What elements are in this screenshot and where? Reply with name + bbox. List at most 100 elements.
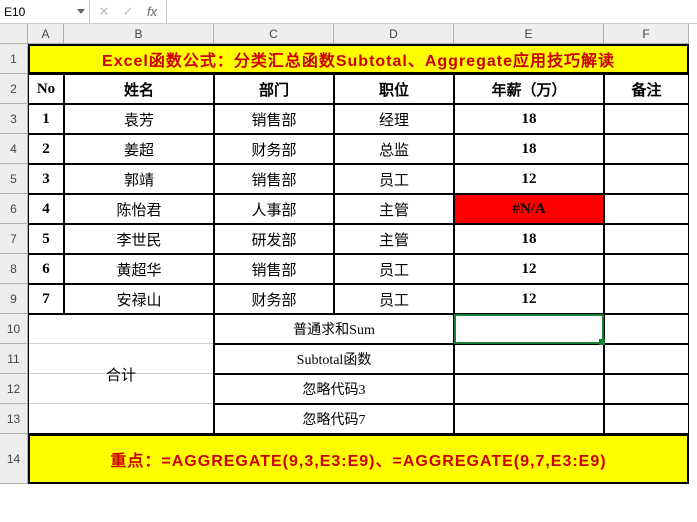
cell-name[interactable]: 郭靖	[64, 164, 214, 194]
row-header[interactable]: 5	[0, 164, 28, 194]
cell-name[interactable]: 安禄山	[64, 284, 214, 314]
cell-no[interactable]: 5	[28, 224, 64, 254]
cell-note[interactable]	[604, 104, 689, 134]
total-value[interactable]	[454, 374, 604, 404]
cell-note[interactable]	[604, 254, 689, 284]
cell-note[interactable]	[604, 224, 689, 254]
row-header[interactable]: 2	[0, 74, 28, 104]
table-row: 4陈怡君人事部主管#N/A	[28, 194, 689, 224]
table-row: 2姜超财务部总监18	[28, 134, 689, 164]
header-note[interactable]: 备注	[604, 74, 689, 104]
header-dept[interactable]: 部门	[214, 74, 334, 104]
cell-salary[interactable]: 12	[454, 284, 604, 314]
row-header[interactable]: 14	[0, 434, 28, 484]
row-header[interactable]: 11	[0, 344, 28, 374]
total-item[interactable]: 忽略代码3	[214, 374, 454, 404]
cell-pos[interactable]: 员工	[334, 284, 454, 314]
table-row: 5李世民研发部主管18	[28, 224, 689, 254]
cell-note[interactable]	[604, 194, 689, 224]
total-item[interactable]: 普通求和Sum	[214, 314, 454, 344]
total-value[interactable]	[454, 314, 604, 344]
cell-no[interactable]: 7	[28, 284, 64, 314]
cell-dept[interactable]: 人事部	[214, 194, 334, 224]
cell-dept[interactable]: 研发部	[214, 224, 334, 254]
row-header[interactable]: 8	[0, 254, 28, 284]
cancel-icon[interactable]: ✕	[92, 0, 116, 23]
cell-dept[interactable]: 销售部	[214, 164, 334, 194]
formula-input[interactable]	[167, 0, 697, 23]
total-note[interactable]	[604, 374, 689, 404]
cell-note[interactable]	[604, 284, 689, 314]
row-header[interactable]: 10	[0, 314, 28, 344]
row-header[interactable]: 9	[0, 284, 28, 314]
row-header[interactable]: 12	[0, 374, 28, 404]
row-header[interactable]: 1	[0, 44, 28, 74]
col-header[interactable]: D	[334, 24, 454, 44]
row-headers: 1 2 3 4 5 6 7 8 9 10 11 12 13 14	[0, 44, 28, 484]
col-header[interactable]: C	[214, 24, 334, 44]
col-header[interactable]: B	[64, 24, 214, 44]
row-header[interactable]: 13	[0, 404, 28, 434]
header-salary[interactable]: 年薪（万）	[454, 74, 604, 104]
header-no[interactable]: No	[28, 74, 64, 104]
formula-bar: E10 ✕ ✓ fx	[0, 0, 697, 24]
cell-dept[interactable]: 财务部	[214, 284, 334, 314]
cell-name[interactable]: 李世民	[64, 224, 214, 254]
row-header[interactable]: 3	[0, 104, 28, 134]
total-item[interactable]: Subtotal函数	[214, 344, 454, 374]
cell-name[interactable]: 陈怡君	[64, 194, 214, 224]
cell-salary[interactable]: #N/A	[454, 194, 604, 224]
cell-pos[interactable]: 总监	[334, 134, 454, 164]
name-box[interactable]: E10	[0, 0, 90, 23]
header-pos[interactable]: 职位	[334, 74, 454, 104]
cell-name[interactable]: 姜超	[64, 134, 214, 164]
cell-salary[interactable]: 12	[454, 164, 604, 194]
cell-name[interactable]: 袁芳	[64, 104, 214, 134]
col-header[interactable]: E	[454, 24, 604, 44]
cell-note[interactable]	[604, 134, 689, 164]
formula-controls: ✕ ✓ fx	[90, 0, 167, 23]
total-item[interactable]: 忽略代码7	[214, 404, 454, 434]
col-header[interactable]: A	[28, 24, 64, 44]
fx-icon[interactable]: fx	[140, 0, 164, 23]
footer-cell[interactable]: 重点：=AGGREGATE(9,3,E3:E9)、=AGGREGATE(9,7,…	[28, 434, 689, 484]
select-all-corner[interactable]	[0, 24, 28, 44]
name-box-value: E10	[4, 5, 25, 19]
cell-pos[interactable]: 主管	[334, 194, 454, 224]
table-row: 7安禄山财务部员工12	[28, 284, 689, 314]
row-header[interactable]: 6	[0, 194, 28, 224]
cell-dept[interactable]: 销售部	[214, 254, 334, 284]
cell-pos[interactable]: 经理	[334, 104, 454, 134]
total-label-text: 合计	[106, 364, 136, 385]
cell-note[interactable]	[604, 164, 689, 194]
total-note[interactable]	[604, 344, 689, 374]
cell-salary[interactable]: 18	[454, 134, 604, 164]
cell-no[interactable]: 1	[28, 104, 64, 134]
cell-pos[interactable]: 主管	[334, 224, 454, 254]
cell-no[interactable]: 3	[28, 164, 64, 194]
cell-pos[interactable]: 员工	[334, 164, 454, 194]
total-note[interactable]	[604, 314, 689, 344]
cell-no[interactable]: 4	[28, 194, 64, 224]
cell-dept[interactable]: 财务部	[214, 134, 334, 164]
total-label[interactable]: 合计	[28, 314, 214, 434]
cell-no[interactable]: 2	[28, 134, 64, 164]
title-cell[interactable]: Excel函数公式：分类汇总函数Subtotal、Aggregate应用技巧解读	[28, 44, 689, 74]
worksheet[interactable]: Excel函数公式：分类汇总函数Subtotal、Aggregate应用技巧解读…	[28, 44, 689, 484]
total-note[interactable]	[604, 404, 689, 434]
cell-dept[interactable]: 销售部	[214, 104, 334, 134]
total-value[interactable]	[454, 404, 604, 434]
col-header[interactable]: F	[604, 24, 689, 44]
header-name[interactable]: 姓名	[64, 74, 214, 104]
cell-salary[interactable]: 12	[454, 254, 604, 284]
cell-salary[interactable]: 18	[454, 104, 604, 134]
row-header[interactable]: 4	[0, 134, 28, 164]
cell-name[interactable]: 黄超华	[64, 254, 214, 284]
chevron-down-icon[interactable]	[77, 9, 85, 14]
cell-no[interactable]: 6	[28, 254, 64, 284]
enter-icon[interactable]: ✓	[116, 0, 140, 23]
cell-pos[interactable]: 员工	[334, 254, 454, 284]
total-value[interactable]	[454, 344, 604, 374]
cell-salary[interactable]: 18	[454, 224, 604, 254]
row-header[interactable]: 7	[0, 224, 28, 254]
